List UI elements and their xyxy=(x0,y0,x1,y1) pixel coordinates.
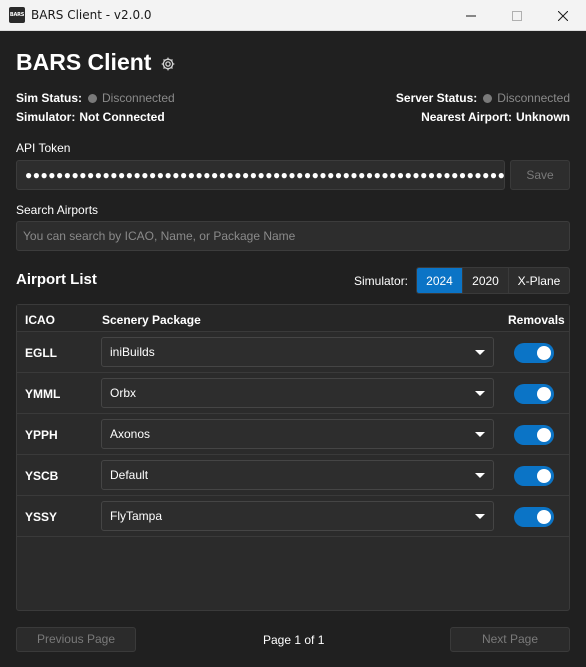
removals-toggle[interactable] xyxy=(514,466,554,486)
nearest-airport: Nearest Airport: Unknown xyxy=(421,110,570,124)
window-titlebar[interactable]: BARS BARS Client - v2.0.0 xyxy=(0,0,586,31)
nearest-airport-label: Nearest Airport: xyxy=(421,110,512,124)
scenery-package-value: Orbx xyxy=(110,386,137,400)
window-title: BARS Client - v2.0.0 xyxy=(31,8,152,22)
server-status-value: Disconnected xyxy=(497,91,570,105)
search-input[interactable] xyxy=(16,221,570,251)
sim-status-value: Disconnected xyxy=(102,91,175,105)
app-logo-icon: BARS xyxy=(9,7,25,23)
api-token-input[interactable]: ●●●●●●●●●●●●●●●●●●●●●●●●●●●●●●●●●●●●●●●●… xyxy=(16,160,505,190)
airport-icao: EGLL xyxy=(25,346,57,360)
simulator-selector-label: Simulator: xyxy=(354,274,409,288)
toggle-knob xyxy=(537,469,551,483)
table-row: YSSY FlyTampa xyxy=(17,496,569,537)
simulator-option-xplane[interactable]: X-Plane xyxy=(509,268,569,293)
scenery-package-select[interactable]: FlyTampa xyxy=(101,501,494,531)
column-header-removals: Removals xyxy=(508,313,565,327)
airport-icao: YMML xyxy=(25,387,61,401)
scenery-package-select[interactable]: Axonos xyxy=(101,419,494,449)
airport-icao: YSSY xyxy=(25,510,58,524)
nearest-airport-value: Unknown xyxy=(516,110,570,124)
minimize-button[interactable] xyxy=(448,0,494,31)
removals-toggle[interactable] xyxy=(514,343,554,363)
api-token-label: API Token xyxy=(16,141,71,155)
table-row: YMML Orbx xyxy=(17,373,569,414)
scenery-package-select[interactable]: Orbx xyxy=(101,378,494,408)
table-header: ICAO Scenery Package Removals xyxy=(17,305,569,332)
removals-toggle[interactable] xyxy=(514,425,554,445)
airport-icao: YPPH xyxy=(25,428,58,442)
simulator-option-2020[interactable]: 2020 xyxy=(463,268,509,293)
next-page-button[interactable]: Next Page xyxy=(450,627,570,652)
chevron-down-icon xyxy=(475,514,485,519)
chevron-down-icon xyxy=(475,473,485,478)
page-indicator: Page 1 of 1 xyxy=(263,633,325,647)
scenery-package-value: FlyTampa xyxy=(110,509,163,523)
minimize-icon xyxy=(466,15,476,16)
close-button[interactable] xyxy=(540,0,586,31)
scenery-package-value: Axonos xyxy=(110,427,151,441)
sim-status: Sim Status: Disconnected xyxy=(16,91,175,105)
chevron-down-icon xyxy=(475,350,485,355)
scenery-package-select[interactable]: iniBuilds xyxy=(101,337,494,367)
column-header-package: Scenery Package xyxy=(102,313,201,327)
toggle-knob xyxy=(537,346,551,360)
scenery-package-value: iniBuilds xyxy=(110,345,155,359)
sim-status-dot xyxy=(88,93,98,103)
page-title: BARS Client xyxy=(16,49,152,75)
airport-list-title: Airport List xyxy=(16,271,97,288)
removals-toggle[interactable] xyxy=(514,507,554,527)
chevron-down-icon xyxy=(475,432,485,437)
maximize-button[interactable] xyxy=(494,0,540,31)
airport-table: ICAO Scenery Package Removals EGLL iniBu… xyxy=(16,304,570,611)
scenery-package-value: Default xyxy=(110,468,149,482)
simulator-option-2024[interactable]: 2024 xyxy=(417,268,463,293)
table-row: YPPH Axonos xyxy=(17,414,569,455)
search-airports-label: Search Airports xyxy=(16,203,99,217)
server-status-dot xyxy=(483,93,493,103)
previous-page-button[interactable]: Previous Page xyxy=(16,627,136,652)
toggle-knob xyxy=(537,510,551,524)
table-row: YSCB Default xyxy=(17,455,569,496)
sim-status-label: Sim Status: xyxy=(16,91,83,105)
close-icon xyxy=(558,10,568,21)
chevron-down-icon xyxy=(475,391,485,396)
column-header-icao: ICAO xyxy=(25,313,55,327)
toggle-knob xyxy=(537,428,551,442)
server-status-label: Server Status: xyxy=(395,91,478,105)
simulator-label: Simulator: xyxy=(16,110,76,124)
scenery-package-select[interactable]: Default xyxy=(101,460,494,490)
save-button[interactable]: Save xyxy=(510,160,570,190)
simulator-selector: 2024 2020 X-Plane xyxy=(416,267,570,294)
airport-icao: YSCB xyxy=(25,469,59,483)
server-status: Server Status: Disconnected xyxy=(396,91,570,105)
simulator-status: Simulator: Not Connected xyxy=(16,110,165,124)
toggle-knob xyxy=(537,387,551,401)
table-row: EGLL iniBuilds xyxy=(17,332,569,373)
gear-icon[interactable] xyxy=(160,56,176,72)
maximize-icon xyxy=(512,10,522,21)
removals-toggle[interactable] xyxy=(514,384,554,404)
simulator-value: Not Connected xyxy=(79,110,165,124)
